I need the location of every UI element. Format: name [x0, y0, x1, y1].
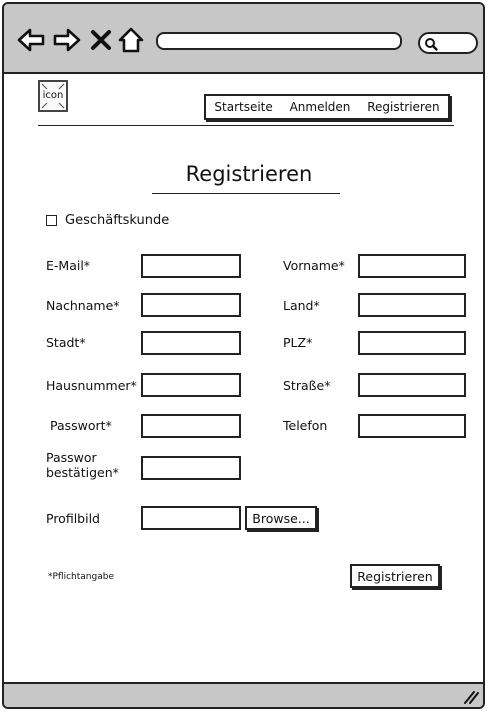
land-field[interactable] — [358, 293, 466, 317]
browse-button[interactable]: Browse... — [245, 506, 317, 530]
nachname-label: Nachname* — [46, 298, 120, 313]
close-icon[interactable] — [90, 26, 112, 54]
vorname-field[interactable] — [358, 254, 466, 278]
strasse-label: Straße* — [283, 378, 331, 393]
page-title: Registrieren — [185, 162, 313, 186]
back-arrow-icon[interactable] — [16, 26, 46, 54]
profilbild-field[interactable] — [141, 506, 241, 530]
email-field[interactable] — [141, 254, 241, 278]
register-submit-button[interactable]: Registrieren — [350, 564, 440, 588]
main-nav: Startseite Anmelden Registrieren — [204, 94, 450, 120]
business-customer-label: Geschäftskunde — [65, 213, 170, 228]
nachname-field[interactable] — [141, 293, 241, 317]
logo-label: icon — [42, 90, 64, 101]
plz-field[interactable] — [358, 331, 466, 355]
profilbild-label: Profilbild — [46, 511, 100, 526]
forward-arrow-icon[interactable] — [52, 26, 82, 54]
stadt-label: Stadt* — [46, 335, 86, 350]
resize-grip-icon[interactable] — [463, 690, 479, 704]
passwort-label: Passwort* — [50, 418, 112, 433]
address-bar[interactable] — [156, 32, 402, 50]
search-icon — [425, 38, 438, 51]
browser-search-field[interactable] — [418, 32, 478, 54]
passwort-confirm-label-line2: bestätigen* — [46, 465, 119, 480]
nav-link-startseite[interactable]: Startseite — [214, 100, 272, 114]
business-customer-option[interactable]: Geschäftskunde — [46, 213, 169, 228]
telefon-field[interactable] — [358, 414, 466, 438]
hausnummer-field[interactable] — [141, 373, 241, 397]
required-note: *Pflichtangabe — [48, 572, 114, 582]
passwort-confirm-field[interactable] — [141, 456, 241, 480]
passwort-confirm-label: Passwor bestätigen* — [46, 450, 119, 480]
nav-link-anmelden[interactable]: Anmelden — [290, 100, 351, 114]
title-underline — [152, 193, 340, 194]
browser-window: icon Startseite Anmelden Registrieren Re… — [2, 2, 485, 709]
vorname-label: Vorname* — [283, 258, 345, 273]
site-logo[interactable]: icon — [38, 80, 68, 112]
browser-toolbar — [4, 4, 483, 74]
plz-label: PLZ* — [283, 335, 313, 350]
nav-link-registrieren[interactable]: Registrieren — [367, 100, 439, 114]
land-label: Land* — [283, 298, 320, 313]
email-label: E-Mail* — [46, 258, 91, 273]
passwort-confirm-label-line1: Passwor — [46, 450, 97, 465]
business-customer-checkbox[interactable] — [46, 215, 57, 226]
home-icon[interactable] — [118, 26, 144, 54]
passwort-field[interactable] — [141, 414, 241, 438]
browser-status-bar — [4, 682, 483, 707]
strasse-field[interactable] — [358, 373, 466, 397]
stadt-field[interactable] — [141, 331, 241, 355]
hausnummer-label: Hausnummer* — [46, 378, 137, 393]
telefon-label: Telefon — [283, 418, 328, 433]
header-divider — [38, 125, 454, 126]
